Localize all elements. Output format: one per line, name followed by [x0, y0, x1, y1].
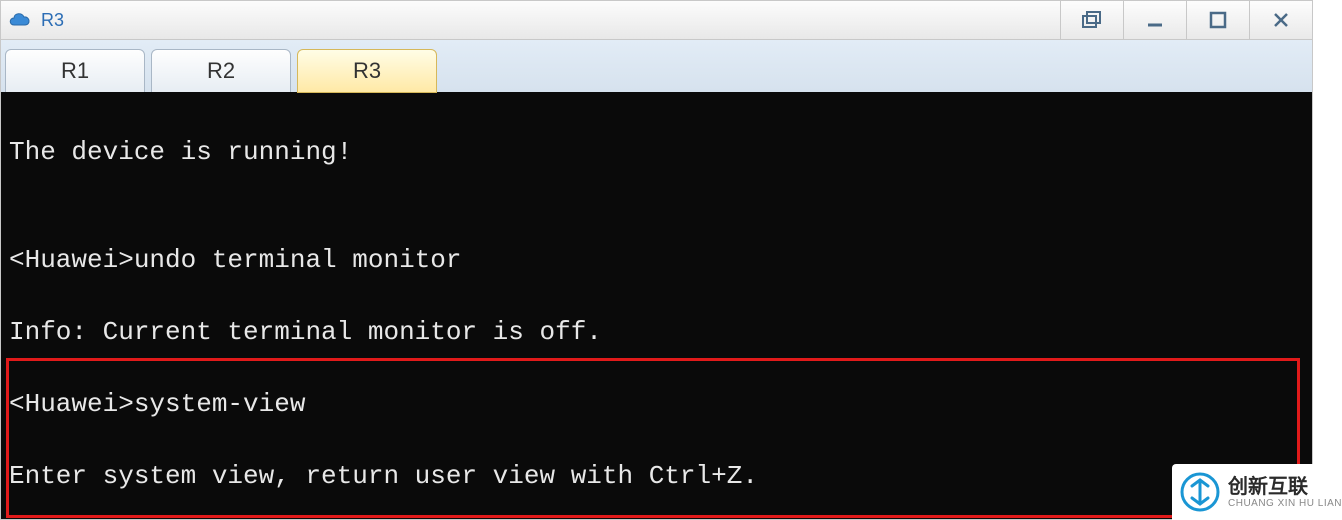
app-cloud-icon — [7, 7, 33, 33]
restore-stack-button[interactable] — [1060, 1, 1123, 39]
watermark-icon — [1178, 470, 1222, 514]
watermark-brand-en: CHUANG XIN HU LIAN — [1228, 498, 1342, 509]
tab-strip: R1 R2 R3 — [0, 40, 1313, 92]
window-controls — [1060, 1, 1312, 39]
terminal-line: <Huawei>system-view — [9, 386, 1304, 422]
tab-r3[interactable]: R3 — [297, 49, 437, 93]
maximize-button[interactable] — [1186, 1, 1249, 39]
tab-label: R2 — [207, 58, 235, 84]
titlebar: R3 — [0, 0, 1313, 40]
terminal-line: The device is running! — [9, 134, 1304, 170]
tab-label: R3 — [353, 58, 381, 84]
tab-r1[interactable]: R1 — [5, 49, 145, 93]
watermark-brand-cn: 创新互联 — [1228, 476, 1342, 498]
terminal-line: Info: Current terminal monitor is off. — [9, 314, 1304, 350]
watermark-logo: 创新互联 CHUANG XIN HU LIAN — [1172, 464, 1342, 520]
terminal-line: Enter system view, return user view with… — [9, 458, 1304, 494]
terminal-output[interactable]: The device is running! <Huawei>undo term… — [0, 92, 1313, 520]
terminal-line: <Huawei>undo terminal monitor — [9, 242, 1304, 278]
terminal-app-window: R3 — [0, 0, 1313, 520]
close-button[interactable] — [1249, 1, 1312, 39]
minimize-button[interactable] — [1123, 1, 1186, 39]
tab-r2[interactable]: R2 — [151, 49, 291, 93]
tab-label: R1 — [61, 58, 89, 84]
window-title: R3 — [41, 10, 1060, 31]
